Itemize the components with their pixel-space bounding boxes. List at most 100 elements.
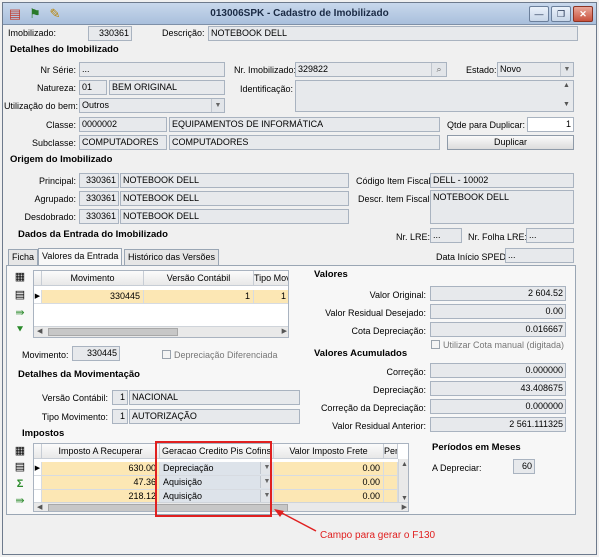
scroll-down-icon[interactable]: ▼: [401, 495, 408, 502]
nr-folha-field[interactable]: ...: [526, 228, 574, 243]
movimento-field[interactable]: 330445: [72, 346, 120, 361]
codigo-fiscal-label: Código Item Fiscal:: [356, 176, 434, 186]
codigo-fiscal-field[interactable]: DELL - 10002: [430, 173, 574, 188]
export-icon[interactable]: ⇛: [13, 494, 27, 508]
data-sped-label: Data Início SPED:: [436, 252, 509, 262]
correcao-field[interactable]: 0.000000: [430, 363, 566, 378]
col-movimento[interactable]: Movimento: [42, 271, 144, 286]
table-cell[interactable]: [384, 462, 398, 476]
chevron-down-icon[interactable]: ▼: [560, 63, 573, 76]
data-sped-field[interactable]: ...: [505, 248, 574, 263]
depreciacao-field[interactable]: 43.408675: [430, 381, 566, 396]
principal-code-field[interactable]: 330361: [79, 173, 119, 188]
identificacao-field[interactable]: [295, 80, 574, 112]
movimento-grid[interactable]: Movimento Versão Contábil Tipo Movimento…: [33, 270, 289, 338]
grid-settings-icon[interactable]: ▦: [13, 270, 27, 284]
close-button[interactable]: ✕: [573, 6, 593, 22]
scroll-right-icon[interactable]: ▶: [402, 503, 407, 511]
grid-copy-icon[interactable]: ▤: [13, 460, 27, 474]
scroll-right-icon[interactable]: ▶: [282, 327, 287, 335]
scroll-left-icon[interactable]: ◀: [37, 327, 42, 335]
scroll-down-icon[interactable]: ▼: [563, 101, 570, 108]
col-tipo-movimento[interactable]: Tipo Movimento: [254, 271, 288, 286]
grid-corner: [34, 271, 42, 286]
desdobrado-label: Desdobrado:: [24, 212, 76, 222]
row-indicator: [34, 476, 42, 490]
depreciacao-diferenciada-checkbox[interactable]: [162, 350, 171, 359]
tab-valores-entrada[interactable]: Valores da Entrada: [38, 248, 123, 265]
table-cell[interactable]: 1: [144, 290, 254, 304]
correcao-depreciacao-field[interactable]: 0.000000: [430, 399, 566, 414]
col-per[interactable]: Per: [384, 444, 398, 459]
entrada-title: Dados da Entrada do Imobilizado: [18, 229, 168, 240]
table-cell[interactable]: 0.00: [274, 462, 384, 476]
scroll-left-icon[interactable]: ◀: [37, 503, 42, 511]
natureza-code-field[interactable]: 01: [79, 80, 107, 95]
scroll-thumb[interactable]: [48, 328, 178, 336]
arrow-down-icon[interactable]: ⯆: [13, 323, 27, 337]
vertical-scrollbar[interactable]: ▲ ▼: [398, 459, 408, 504]
agrupado-label: Agrupado:: [34, 194, 76, 204]
cota-manual-label: Utilizar Cota manual (digitada): [443, 340, 565, 350]
identificacao-label: Identificação:: [240, 84, 294, 94]
search-icon[interactable]: ⌕: [431, 63, 446, 76]
utilizacao-select[interactable]: Outros ▼: [79, 98, 225, 113]
tipo-movimento-code[interactable]: 1: [112, 409, 128, 424]
table-cell[interactable]: [384, 476, 398, 490]
natureza-label: Natureza:: [36, 83, 76, 93]
grid-copy-icon[interactable]: ▤: [13, 288, 27, 302]
scroll-up-icon[interactable]: ▲: [563, 82, 570, 89]
depreciacao-diferenciada-label: Depreciação Diferenciada: [174, 350, 278, 360]
tab-historico-versoes[interactable]: Histórico das Versões: [124, 249, 220, 265]
nr-lre-field[interactable]: ...: [430, 228, 462, 243]
estado-select[interactable]: Novo ▼: [497, 62, 574, 77]
window-title: 013006SPK - Cadastro de Imobilizado: [210, 8, 389, 19]
cota-depreciacao-field[interactable]: 0.016667: [430, 322, 566, 337]
restore-button[interactable]: ❐: [551, 6, 571, 22]
descricao-field[interactable]: NOTEBOOK DELL: [208, 26, 578, 41]
nr-serie-label: Nr Série:: [40, 65, 76, 75]
nr-imobilizado-field[interactable]: 329822 ⌕: [295, 62, 447, 77]
row-indicator-icon: ▶: [34, 462, 42, 476]
duplicar-button[interactable]: Duplicar: [447, 135, 574, 150]
desdobrado-code-field[interactable]: 330361: [79, 209, 119, 224]
a-depreciar-field[interactable]: 60: [513, 459, 535, 474]
table-cell[interactable]: 47.36: [42, 476, 160, 490]
subclasse-label: Subclasse:: [31, 138, 76, 148]
col-versao-contabil[interactable]: Versão Contábil: [144, 271, 254, 286]
table-cell[interactable]: 0.00: [274, 476, 384, 490]
imobilizado-field[interactable]: 330361: [88, 26, 132, 41]
nr-folha-label: Nr. Folha LRE:: [468, 232, 528, 242]
tab-ficha[interactable]: Ficha: [8, 249, 39, 265]
chevron-down-icon[interactable]: ▼: [211, 99, 224, 112]
minimize-button[interactable]: —: [529, 6, 549, 22]
valor-original-field[interactable]: 2 604.52: [430, 286, 566, 301]
col-valor-imposto-frete[interactable]: Valor Imposto Frete: [274, 444, 384, 459]
qtde-duplicar-field[interactable]: 1: [527, 117, 574, 132]
horizontal-scrollbar[interactable]: ◀ ▶: [34, 326, 288, 337]
acumulados-title: Valores Acumulados: [314, 348, 408, 359]
versao-contabil-code[interactable]: 1: [112, 390, 128, 405]
table-cell[interactable]: 1: [254, 290, 288, 304]
sum-icon[interactable]: Σ: [13, 477, 27, 491]
estado-value: Novo: [500, 64, 522, 74]
scroll-up-icon[interactable]: ▲: [401, 461, 408, 468]
table-cell[interactable]: 630.00: [42, 462, 160, 476]
residual-anterior-label: Valor Residual Anterior:: [332, 421, 426, 431]
classe-code-field[interactable]: 0000002: [79, 117, 167, 132]
col-imposto-recuperar[interactable]: Imposto A Recuperar: [42, 444, 160, 459]
nr-lre-label: Nr. LRE:: [396, 232, 431, 242]
a-depreciar-label: A Depreciar:: [432, 463, 482, 473]
residual-anterior-field[interactable]: 2 561.111325: [430, 417, 566, 432]
grid-settings-icon[interactable]: ▦: [13, 444, 27, 458]
table-cell[interactable]: 330445: [42, 290, 144, 304]
agrupado-code-field[interactable]: 330361: [79, 191, 119, 206]
grid-corner: [34, 444, 42, 459]
utilizacao-value: Outros: [82, 100, 110, 110]
subclasse-code-field[interactable]: COMPUTADORES: [79, 135, 167, 150]
residual-desejado-field[interactable]: 0.00: [430, 304, 566, 319]
cota-manual-checkbox[interactable]: [431, 340, 440, 349]
estado-label: Estado:: [466, 65, 497, 75]
export-icon[interactable]: ⇛: [13, 306, 27, 320]
nr-serie-field[interactable]: ...: [79, 62, 225, 77]
